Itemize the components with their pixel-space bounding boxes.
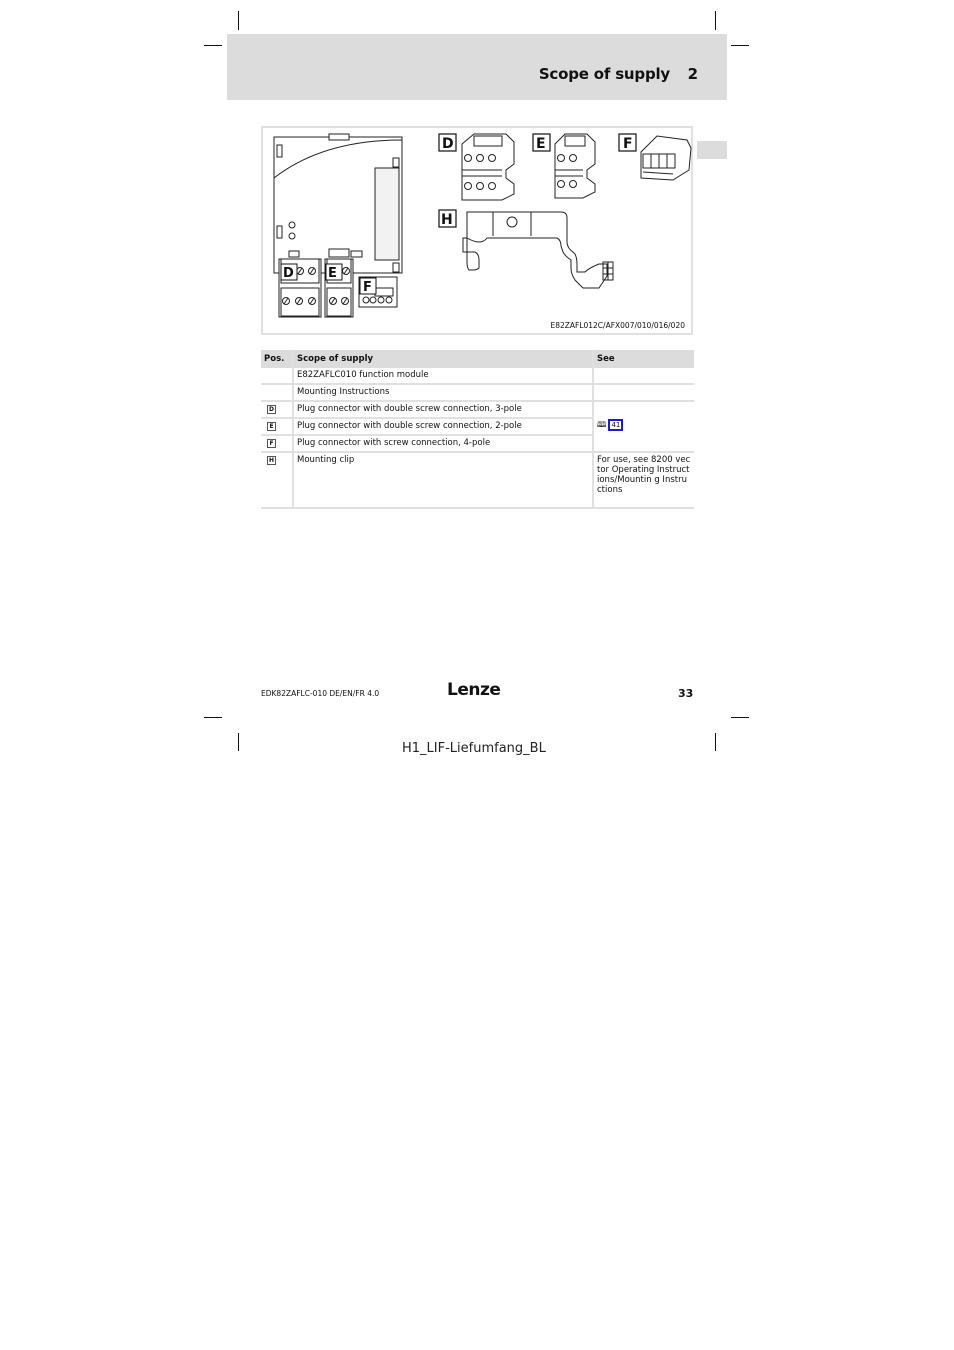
page-header: Scope of supply 2 — [227, 34, 727, 100]
crop-mark — [715, 733, 716, 751]
connector-f-drawing — [640, 135, 692, 181]
table-header-row: Pos. Scope of supply See — [261, 350, 694, 368]
row-scope: Mounting Instructions — [294, 385, 594, 402]
slug-label: H1_LIF-Liefumfang_BL — [402, 741, 546, 756]
connector-d-drawing — [461, 133, 515, 201]
row-pos — [261, 368, 294, 385]
row-see: For use, see 8200 vector Operating Instr… — [594, 453, 694, 509]
header-see: See — [594, 350, 694, 368]
crop-mark — [204, 45, 222, 46]
figure-caption: E82ZAFL012C/AFX007/010/016/020 — [550, 321, 685, 330]
figure-drawing: D E F H D E F — [273, 133, 692, 318]
header-scope: Scope of supply — [294, 350, 594, 368]
chapter-number: 2 — [687, 65, 698, 83]
row-pos: D — [261, 402, 294, 419]
table-row: Mounting Instructions — [261, 385, 694, 402]
page-number: 33 — [678, 687, 694, 700]
page-reference-link[interactable]: 41 — [608, 419, 624, 431]
crop-mark — [731, 45, 749, 46]
crop-mark — [238, 733, 239, 751]
module-label-f: F — [363, 280, 372, 295]
function-module-drawing — [273, 133, 403, 318]
table-row: E82ZAFLC010 function module — [261, 368, 694, 385]
row-pos — [261, 385, 294, 402]
table-row: D Plug connector with double screw conne… — [261, 402, 694, 453]
label-d: D — [442, 136, 454, 152]
crop-mark — [204, 717, 222, 718]
scope-of-supply-table: Pos. Scope of supply See E82ZAFLC010 fun… — [261, 350, 694, 509]
row-scope: Plug connector with double screw connect… — [294, 402, 594, 419]
pos-badge-e: E — [267, 422, 276, 431]
crop-mark — [715, 11, 716, 30]
book-icon: 🕮 — [597, 420, 607, 429]
chapter-tab-marker — [697, 141, 727, 159]
row-pos: F — [261, 436, 294, 453]
row-see — [594, 368, 694, 385]
section-title: Scope of supply — [538, 65, 670, 83]
row-scope: E82ZAFLC010 function module — [294, 368, 594, 385]
crop-mark — [238, 11, 239, 30]
connector-e-drawing — [554, 133, 596, 199]
row-pos: E — [261, 419, 294, 436]
module-label-d: D — [283, 266, 294, 281]
pos-badge-h: H — [267, 456, 276, 465]
label-e: E — [536, 136, 546, 152]
pos-badge-d: D — [267, 405, 276, 414]
document-id: EDK82ZAFLC-010 DE/EN/FR 4.0 — [261, 689, 380, 698]
lenze-logo: Lenze — [447, 680, 501, 700]
row-pos: H — [261, 453, 294, 509]
row-see — [594, 385, 694, 402]
label-f: F — [623, 136, 633, 152]
module-label-e: E — [328, 266, 337, 281]
crop-mark — [731, 717, 749, 718]
row-scope: Plug connector with double screw connect… — [294, 419, 594, 436]
table-row: H Mounting clip For use, see 8200 vector… — [261, 453, 694, 509]
label-h: H — [441, 212, 453, 228]
row-see-connectors: 🕮 41 — [594, 402, 694, 453]
mounting-clip-drawing — [462, 211, 614, 289]
scope-of-supply-figure: D E F H D E F E82ZAFL012C/AFX007/010/016… — [261, 126, 693, 335]
row-scope: Plug connector with screw connection, 4-… — [294, 436, 594, 453]
pos-badge-f: F — [267, 439, 276, 448]
header-pos: Pos. — [261, 350, 294, 368]
row-scope: Mounting clip — [294, 453, 594, 509]
